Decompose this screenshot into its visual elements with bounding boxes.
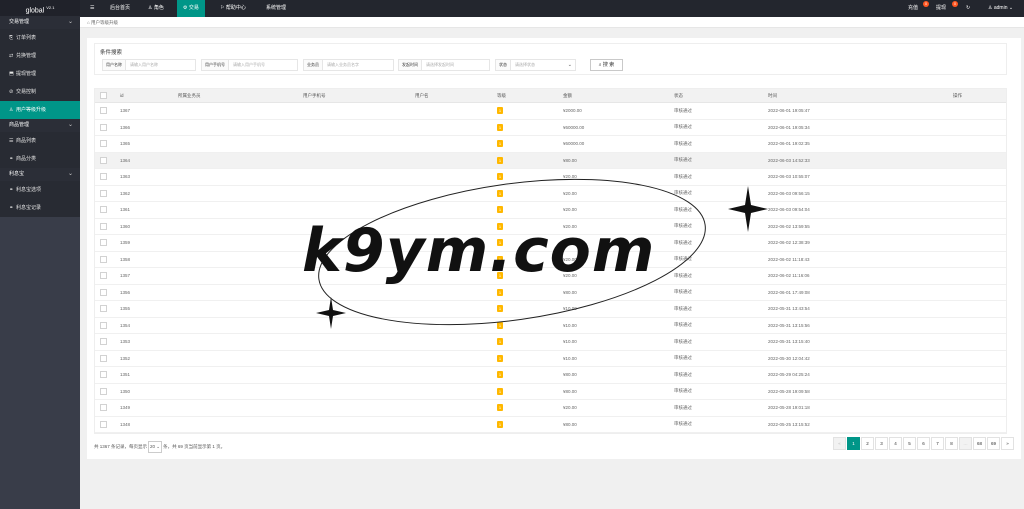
sparkle-icon — [316, 297, 346, 329]
watermark-text: k9ym.com — [302, 216, 656, 286]
sparkle-icon — [728, 186, 768, 232]
